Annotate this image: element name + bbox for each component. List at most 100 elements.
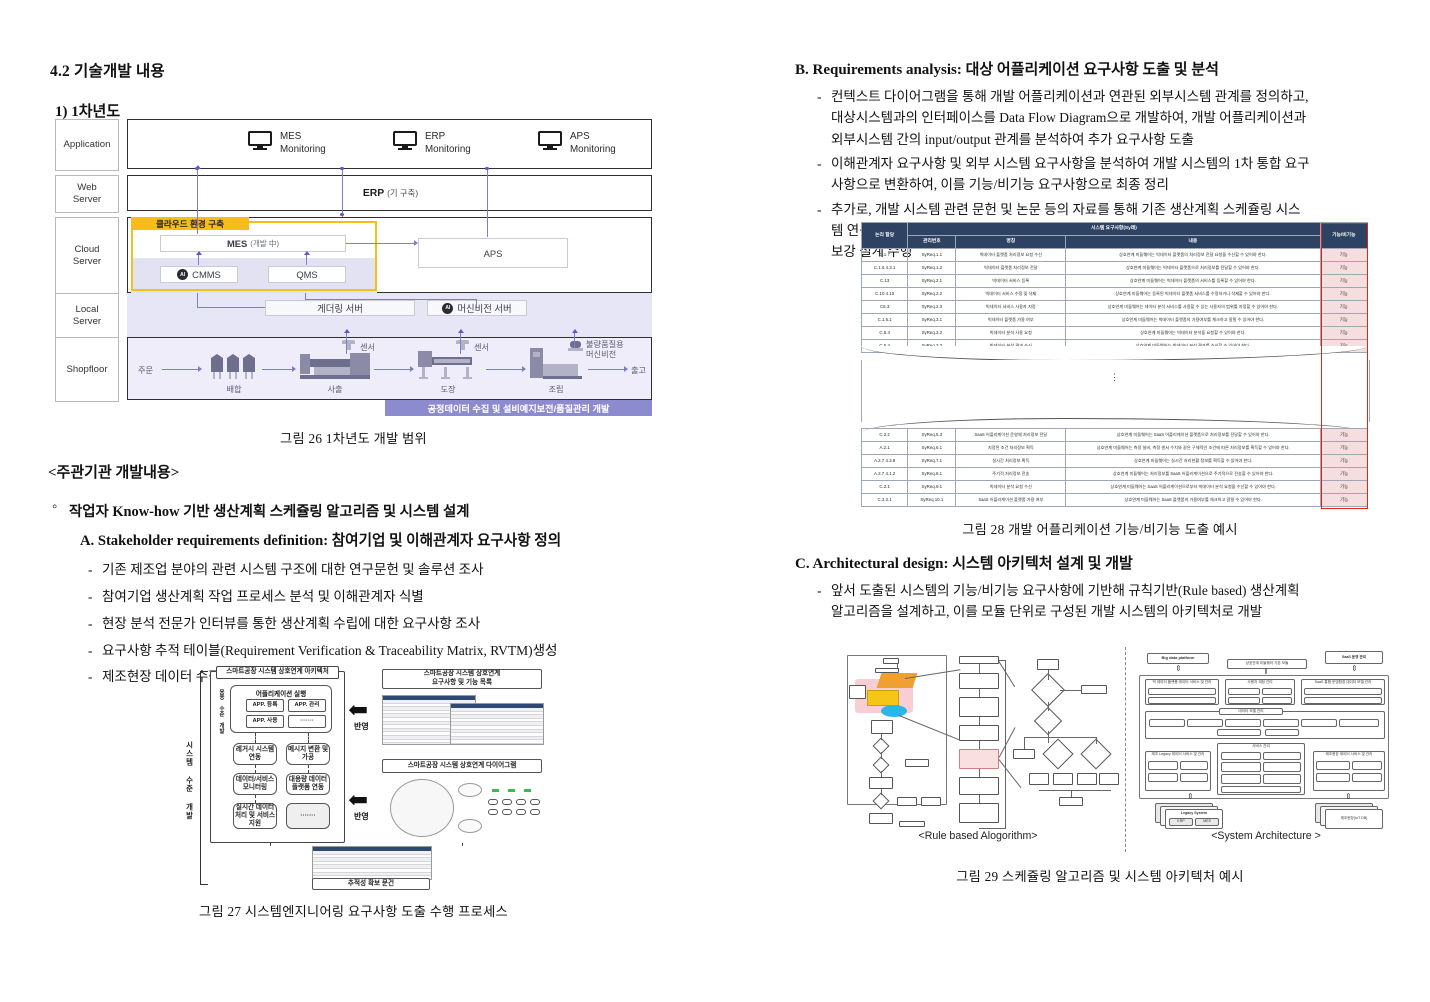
- item-A-dash-3: 요구사항 추적 테이블(Requirement Verification & T…: [50, 640, 675, 662]
- stage-label-mixing: 배합: [226, 385, 242, 394]
- shopfloor-panel: 주문 배합 사출 센서 도장 센서 조립 불량품질용 머신비전 출고: [127, 329, 652, 400]
- sa-iot-db-label: 제조현장(IoT DB): [1340, 816, 1368, 821]
- item-B-dash-0: 컨텍스트 다이어그램을 통해 개발 어플리케이션과 연관된 외부시스템 관계를 …: [795, 86, 1405, 150]
- sa-arrow-middleware: ⇕: [1263, 668, 1269, 676]
- sa-legacy-system-label: Legacy System: [1180, 810, 1208, 815]
- aps-monitoring-label: APS Monitoring: [570, 131, 616, 155]
- riser-mes-2: [197, 175, 199, 234]
- dot-erp: [340, 167, 344, 171]
- f29-system-arch-panel: Big data platform 상호연계 미들웨어 기본 모듈 SaaS 운…: [1129, 645, 1403, 860]
- f27-node-b: [458, 819, 482, 833]
- fc-node-4: [871, 720, 893, 734]
- line-cmms-mes: [198, 254, 200, 265]
- arrowhead-order: [198, 366, 202, 372]
- cloud-env-tag: 클라우드 환경 구축: [131, 217, 249, 230]
- item-B-heading: B. Requirements analysis: 대상 어플리케이션 요구사항…: [795, 62, 1219, 78]
- section-heading: 4.2 기술개발 내용: [50, 63, 165, 80]
- f27-side-label: 시스템 수준 개발: [185, 741, 194, 820]
- sa-saas-ops-label: SaaS 운영 관리: [1341, 654, 1366, 659]
- fc-mid-3: [959, 697, 999, 717]
- table-row: A.2.7 4.1.2 SyReq.8.1 주기적 처리정보 전송 상호연계 미들웨어…: [860, 467, 1368, 481]
- fc-r-node-a: [1013, 749, 1035, 759]
- table-row: C.2.1 SyReq.9.1 빅데이터 분석 요청 수신 상호연계 미들웨어는 Sa…: [860, 480, 1368, 494]
- item-C-dash-0: 앞서 도출된 시스템의 기능/비기능 요구사항에 기반해 규칙기반(Rule b…: [795, 580, 1405, 623]
- f27-bracket-top: [200, 671, 208, 672]
- f27-chip-2: [508, 789, 515, 792]
- table-row: A.2.1 SyReq.6.1 지정된 조건 처리정보 획득 상호연계 미들웨어는 측…: [860, 441, 1368, 455]
- fc-r-out-4: [1099, 773, 1119, 785]
- shipping-label: 출고: [631, 366, 647, 375]
- table-torn-edge-top: [861, 346, 1368, 361]
- fc-mid-7: [959, 803, 999, 823]
- bullet-know-how: 작업자 Know-how 기반 생산계획 스케쥴링 알고리즘 및 시스템 설계: [50, 499, 675, 521]
- sensor-label-1: 센서: [360, 343, 376, 352]
- requirements-table-top: 논리 할당 시스템 요구사항(Sy레) 기능/비기능 관리번호 명칭 내용 C.…: [860, 222, 1369, 353]
- item-B-dash-1: 이해관계자 요구사항 및 외부 시스템 요구사항을 분석하여 개발 시스템의 1…: [795, 153, 1405, 196]
- fc-node-10: [899, 821, 925, 827]
- f27-trace-table: [312, 846, 432, 880]
- figure-29-algorithm-architecture: <Rule based Alogorithm> Big data platfor…: [833, 645, 1403, 860]
- fc-ellipse-blue: [881, 705, 907, 717]
- org-dev-heading: <주관기관 개발내용>: [48, 465, 180, 481]
- f27-req-title: 스마트공장 시스템 상호연계 요구사항 및 기능 목록: [382, 669, 542, 689]
- line-mes-aps: [346, 243, 416, 245]
- sa-group-shopfloor-label: 제조현장 데이터 서비스 및 관리: [1325, 752, 1373, 757]
- monitor-icon-erp: [393, 131, 417, 150]
- f29-left-caption: <Rule based Alogorithm>: [918, 830, 1038, 842]
- sa-group-account-label: 사용자 계정 관리: [1247, 680, 1273, 685]
- f27-diag-title: 스마트공장 시스템 상호연계 다이어그램: [382, 759, 542, 773]
- reflect-arrow-1: ⬅: [348, 698, 369, 724]
- f29-right-caption: <System Architecture >: [1211, 830, 1321, 842]
- fig26-lane-labels: Application Web Server Cloud Server Local S…: [55, 119, 119, 402]
- item-A-heading: A. Stakeholder requirements definition: …: [80, 533, 562, 549]
- table-row: C.1.7 SyReq.1.1 빅데이터 플랫폼 처리정보 요청 수신 상호연계 미들…: [860, 248, 1369, 262]
- f27-right-1: 메시지 변환 및 가공: [286, 743, 330, 765]
- machine-mixing: [210, 352, 258, 382]
- sensor-icon-1: [342, 340, 355, 353]
- arrowhead-inj-paint: [410, 366, 414, 372]
- figure-27-se-process: 시스템 수준 개발 스마트공장 시스템 상호연계 아키텍처 응용 수준 개발 어…: [185, 663, 550, 895]
- arrow-mix-inj: [262, 369, 294, 371]
- fc-parallelogram-orange: [876, 673, 918, 688]
- right-column: B. Requirements analysis: 대상 어플리케이션 요구사항…: [715, 0, 1430, 1002]
- cmms-box: CMMS: [160, 266, 238, 283]
- fc-mid-6: [959, 777, 999, 795]
- stage-label-painting: 도장: [440, 385, 456, 394]
- f27-app-impl-label: 어플리케이션 실행: [255, 691, 307, 698]
- mes-monitoring-label: MES Monitoring: [280, 131, 326, 155]
- f27-req-table-2: [450, 703, 544, 745]
- sa-big-data-platform-label: Big data platform: [1161, 655, 1195, 661]
- sensor-label-2: 센서: [474, 343, 490, 352]
- figure-26-development-scope: Application Web Server Cloud Server Local S…: [55, 119, 652, 416]
- item-A-dash-0: 기존 제조업 분야의 관련 시스템 구조에 대한 연구문헌 및 솔루션 조사: [50, 559, 675, 581]
- vision-label: 불량품질용 머신비전: [586, 340, 624, 360]
- arrow-qms-mes: [303, 251, 310, 255]
- f27-bracket-left: [200, 671, 201, 885]
- f27-app-group-label: 응용 수준 개발: [218, 689, 224, 734]
- arrowhead-paint-asm: [522, 366, 526, 372]
- line-cloud-down-1: [197, 293, 199, 307]
- header-functional: 기능/비기능: [1319, 222, 1369, 249]
- f29-divider: [1125, 647, 1126, 852]
- f27-app-cell-3: ·······: [288, 715, 326, 728]
- f27-conn-r1: [308, 733, 309, 743]
- web-server-panel: ERP (기 구축): [127, 175, 652, 211]
- monitor-icon-aps: [538, 131, 562, 150]
- line-qms-mes: [306, 254, 308, 265]
- dot-aps: [485, 167, 489, 171]
- arrowhead-asm-out: [624, 366, 628, 372]
- item-A-dash-1: 참여기업 생산계획 작업 프로세스 분석 및 이해관계자 식별: [50, 586, 675, 608]
- fc-node-2: [875, 668, 899, 673]
- arrow-cmms-mes: [195, 251, 202, 255]
- arrowhead-vision: [571, 329, 578, 333]
- machine-painting: [418, 351, 478, 383]
- gathering-server-box: 게더링 서버: [265, 300, 415, 316]
- arrow-asm-out: [588, 369, 626, 371]
- order-label: 주문: [138, 366, 154, 375]
- fc-node-3: [849, 685, 866, 699]
- table-group-header-row: 논리 할당 시스템 요구사항(Sy레) 기능/비기능: [860, 222, 1369, 249]
- figure-28-requirements-table: 논리 할당 시스템 요구사항(Sy레) 기능/비기능 관리번호 명칭 내용 C.…: [860, 222, 1370, 509]
- arrow-inj-paint: [374, 369, 412, 371]
- fc-mid-2: [959, 673, 999, 689]
- f27-conn-l3: [255, 795, 256, 803]
